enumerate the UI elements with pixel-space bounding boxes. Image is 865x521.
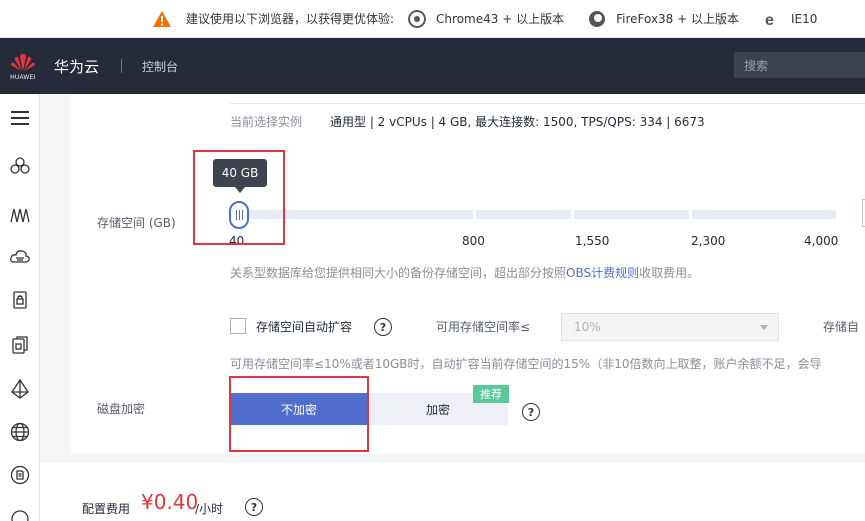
auto-expand-label[interactable]: 存储空间自动扩容 <box>256 318 352 335</box>
instance-value: 通用型 | 2 vCPUs | 4 GB, 最大连接数: 1500, TPS/Q… <box>330 115 705 129</box>
globe-icon[interactable] <box>9 421 31 443</box>
available-rate-value: 10% <box>574 320 601 334</box>
instance-label: 当前选择实例 <box>230 115 303 129</box>
browser-chrome[interactable]: Chrome43 + 以上版本 <box>408 9 565 28</box>
console-link[interactable]: 控制台 <box>142 58 178 75</box>
obs-billing-link[interactable]: OBS计费规则 <box>566 266 639 280</box>
help-icon[interactable]: ? <box>245 498 263 516</box>
browser-chrome-label: Chrome43 + 以上版本 <box>436 12 565 26</box>
shape-icon[interactable] <box>9 378 31 400</box>
logo-text: HUAWEI <box>10 75 36 81</box>
svg-text:e: e <box>765 12 774 28</box>
sidebar <box>0 94 40 521</box>
chrome-icon <box>408 9 427 28</box>
fee-value: ¥0.40 <box>141 490 199 514</box>
more-icon[interactable] <box>9 506 31 521</box>
auto-expand-rule: 可用存储空间率≤10%或者10GB时，自动扩容当前存储空间的15%（非10倍数向… <box>230 357 822 371</box>
panel-left-gutter <box>40 94 70 454</box>
slider-segment <box>476 210 571 219</box>
fee-unit: /小时 <box>195 502 224 516</box>
auto-expand-checkbox[interactable] <box>230 318 246 334</box>
brand-name[interactable]: 华为云 <box>54 56 99 77</box>
cluster-icon[interactable] <box>9 155 31 177</box>
storage-description: 关系型数据库给您提供相同大小的备份存储空间，超出部分按照OBS计费规则收取费用。 <box>230 264 699 281</box>
nav-divider <box>121 59 123 73</box>
top-nav: HUAWEI 华为云 控制台 搜索 <box>0 38 865 94</box>
slider-segment <box>574 210 689 219</box>
warning-icon <box>153 10 171 27</box>
firefox-icon <box>589 10 606 27</box>
chevron-down-icon <box>760 325 768 330</box>
recommended-badge: 推荐 <box>473 385 509 403</box>
browser-firefox-label: FireFox38 + 以上版本 <box>616 12 739 26</box>
slider-tick-label: 2,300 <box>691 234 726 248</box>
cloud-icon[interactable] <box>9 245 31 267</box>
browser-warning-text: 建议使用以下浏览器，以获得更优体验: <box>186 12 395 26</box>
browser-ie-label: IE10 <box>791 11 818 26</box>
storage-slider-track[interactable] <box>238 210 836 219</box>
storage-desc-text: 关系型数据库给您提供相同大小的备份存储空间，超出部分按照 <box>230 266 567 280</box>
search-input[interactable]: 搜索 <box>734 52 865 78</box>
disk-encryption-label: 磁盘加密 <box>97 402 146 416</box>
huawei-logo-icon <box>11 53 35 71</box>
available-rate-select[interactable]: 10% <box>561 313 779 341</box>
available-rate-label: 可用存储空间率≤ <box>436 320 531 334</box>
menu-icon[interactable] <box>9 107 31 129</box>
help-icon[interactable]: ? <box>522 403 540 421</box>
browser-ie[interactable]: e IE10 <box>763 10 817 28</box>
lock-icon[interactable] <box>9 289 31 311</box>
slider-tick-label: 4,000 <box>804 234 839 248</box>
huawei-logo[interactable]: HUAWEI <box>0 38 46 94</box>
panel-bottom-gutter <box>40 454 865 463</box>
storage-desc-suffix: 收取费用。 <box>639 266 700 280</box>
ie-icon: e <box>765 12 774 28</box>
browser-firefox[interactable]: FireFox38 + 以上版本 <box>588 10 739 28</box>
help-icon[interactable]: ? <box>374 318 392 336</box>
browser-warning-bar: 建议使用以下浏览器，以获得更优体验: Chrome43 + 以上版本 FireF… <box>0 0 865 38</box>
fee-label: 配置费用 <box>82 502 131 516</box>
section-divider <box>230 103 865 104</box>
storage-label: 存储空间 (GB) <box>97 216 176 230</box>
copy-icon[interactable] <box>9 334 31 356</box>
chart-icon[interactable] <box>9 204 31 226</box>
highlight-box-encryption <box>229 376 369 452</box>
document-icon[interactable] <box>9 464 31 486</box>
storage-cap-label: 存储自 <box>823 320 860 334</box>
highlight-box-slider <box>193 150 285 245</box>
slider-tick-label: 800 <box>462 234 485 248</box>
slider-segment <box>692 210 836 219</box>
slider-tick-label: 1,550 <box>575 234 610 248</box>
